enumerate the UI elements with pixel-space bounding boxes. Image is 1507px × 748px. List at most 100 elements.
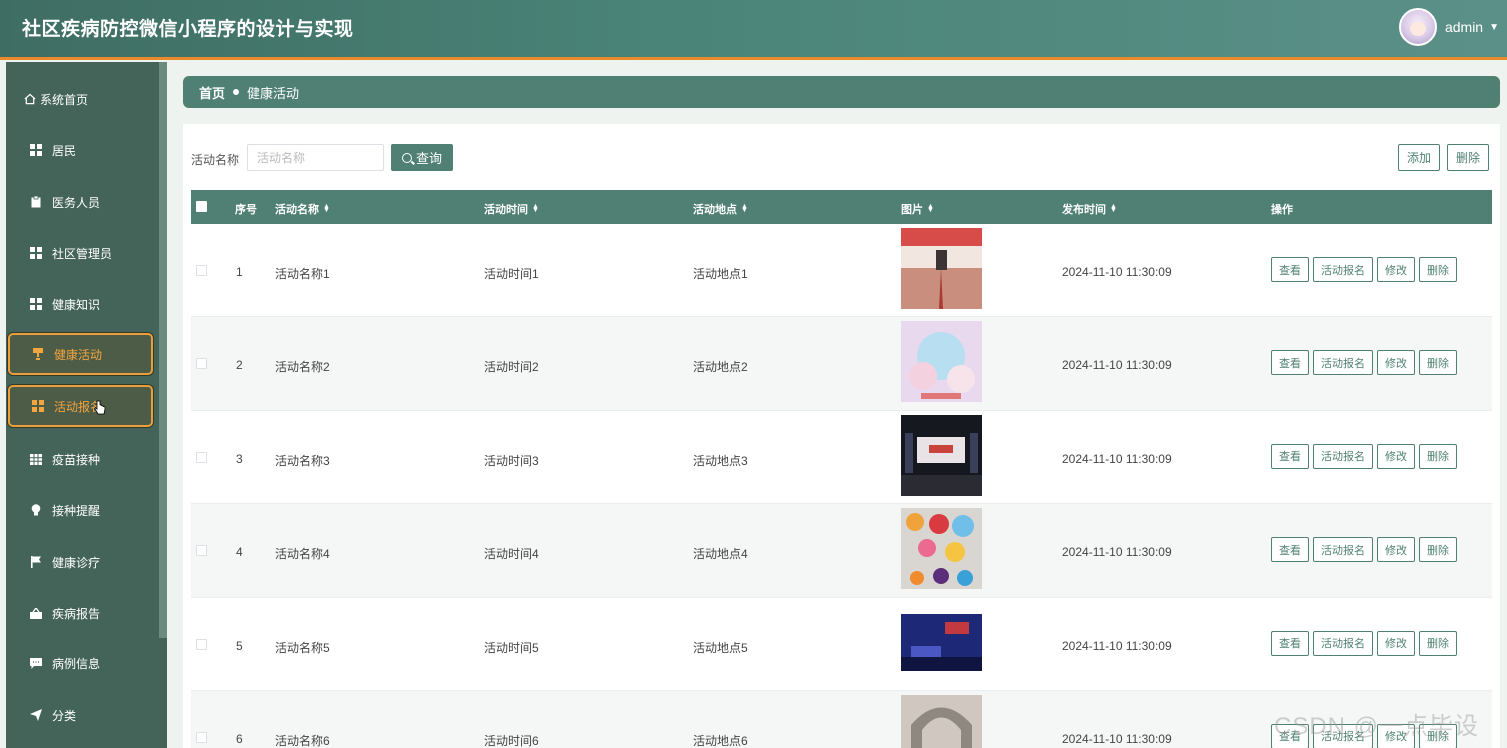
column-header-name[interactable]: 活动名称 ▲ ▼ (275, 201, 330, 217)
row-name: 活动名称2 (275, 360, 330, 375)
row-published-time: 2024-11-10 11:30:09 (1062, 265, 1172, 279)
view-button[interactable]: 查看 (1271, 630, 1309, 656)
breadcrumb-home[interactable]: 首页 (199, 83, 225, 102)
delete-button[interactable]: 删除 (1419, 537, 1457, 563)
row-published-time: 2024-11-10 11:30:09 (1062, 358, 1172, 373)
query-button-label: 查询 (415, 151, 442, 166)
delete-button[interactable]: 删除 (1419, 443, 1457, 469)
table-row: 3 活动名称3 活动时间3 活动地点3 2024-11-10 11:30:09 … (191, 411, 1492, 505)
avatar[interactable] (1398, 8, 1437, 46)
sidebar-item-category[interactable]: 分类 (8, 694, 153, 736)
edit-button[interactable]: 修改 (1377, 443, 1415, 469)
column-header-place[interactable]: 活动地点 ▲ ▼ (693, 201, 748, 217)
trophy-icon (32, 348, 44, 360)
edit-button[interactable]: 修改 (1377, 630, 1415, 656)
row-checkbox[interactable] (196, 265, 207, 276)
sidebar-item-home[interactable]: 系统首页 (8, 78, 153, 120)
column-header-time[interactable]: 活动时间 ▲ ▼ (484, 201, 539, 217)
activity-image[interactable] (901, 414, 982, 496)
sidebar-item-medical-staff[interactable]: 医务人员 (8, 181, 153, 223)
row-time: 活动时间5 (484, 640, 539, 655)
column-header-published[interactable]: 发布时间 ▲ ▼ (1062, 201, 1117, 217)
sidebar-item-residents[interactable]: 居民 (8, 129, 153, 171)
sidebar-item-health-activities[interactable]: 健康活动 (8, 333, 153, 375)
sidebar-item-label: 健康知识 (52, 297, 101, 312)
sidebar-item-vaccination[interactable]: 疫苗接种 (8, 438, 153, 480)
column-header-index: 序号 (235, 204, 257, 216)
row-time: 活动时间1 (484, 267, 539, 281)
row-time: 活动时间3 (484, 453, 539, 468)
row-checkbox[interactable] (196, 731, 207, 743)
sidebar-item-community-admin[interactable]: 社区管理员 (8, 232, 153, 274)
sidebar-item-disease-report[interactable]: 疾病报告 (8, 592, 153, 634)
view-button[interactable]: 查看 (1271, 537, 1309, 563)
row-checkbox[interactable] (196, 545, 207, 557)
sidebar-item-vaccine-reminder[interactable]: 接种提醒 (8, 489, 153, 531)
top-header: 社区疾病防控微信小程序的设计与实现 admin ▼ (0, 0, 1507, 60)
sidebar-item-health-diagnosis[interactable]: 健康诊疗 (8, 541, 153, 583)
flag-icon (30, 556, 42, 568)
chat-icon (30, 657, 42, 669)
sidebar-item-case-info[interactable]: 病例信息 (8, 642, 153, 684)
breadcrumb-current: 健康活动 (247, 85, 300, 101)
activity-image[interactable] (901, 321, 982, 403)
chevron-down-icon[interactable]: ▼ (1489, 22, 1499, 33)
row-checkbox[interactable] (196, 358, 207, 370)
edit-button[interactable]: 修改 (1377, 257, 1415, 282)
sidebar-item-label: 医务人员 (52, 195, 101, 210)
sidebar-item-label: 健康活动 (54, 347, 103, 362)
row-actions: 查看 活动报名 修改 删除 (1271, 537, 1457, 563)
signup-button[interactable]: 活动报名 (1313, 350, 1373, 376)
activity-image[interactable] (901, 602, 982, 683)
breadcrumb: 首页 健康活动 (183, 76, 1500, 108)
view-button[interactable]: 查看 (1271, 443, 1309, 469)
sort-icon[interactable]: ▲ ▼ (532, 203, 539, 214)
delete-button[interactable]: 删除 (1419, 350, 1457, 376)
row-place: 活动地点2 (693, 360, 748, 375)
delete-button[interactable]: 删除 (1419, 630, 1457, 656)
username[interactable]: admin (1445, 19, 1483, 35)
edit-button[interactable]: 修改 (1377, 350, 1415, 376)
search-input[interactable] (247, 144, 384, 171)
sidebar-item-label: 疾病报告 (52, 606, 101, 621)
activity-image[interactable] (901, 694, 982, 748)
row-place: 活动地点6 (693, 733, 748, 748)
edit-button[interactable]: 修改 (1377, 537, 1415, 563)
table-row: 2 活动名称2 活动时间2 活动地点2 2024-11-10 11:30:09 … (191, 317, 1492, 411)
signup-button[interactable]: 活动报名 (1313, 537, 1373, 563)
bulb-icon (30, 504, 42, 516)
select-all-checkbox[interactable] (196, 201, 207, 212)
row-checkbox[interactable] (196, 638, 207, 650)
sidebar-item-health-knowledge[interactable]: 健康知识 (8, 283, 153, 325)
signup-button[interactable]: 活动报名 (1313, 443, 1373, 469)
table-row: 4 活动名称4 活动时间4 活动地点4 2024-11-10 11:30:09 … (191, 504, 1492, 598)
sort-icon[interactable]: ▲ ▼ (1110, 203, 1117, 214)
view-button[interactable]: 查看 (1271, 257, 1309, 282)
signup-button[interactable]: 活动报名 (1313, 630, 1373, 656)
view-button[interactable]: 查看 (1271, 350, 1309, 376)
batch-delete-button[interactable]: 删除 (1447, 144, 1490, 171)
user-menu[interactable]: admin ▼ (1398, 8, 1499, 46)
delete-button[interactable]: 删除 (1419, 257, 1457, 282)
row-index: 6 (236, 731, 243, 746)
query-button[interactable]: 查询 (391, 144, 453, 171)
table-icon (30, 453, 42, 465)
table-row: 1 活动名称1 活动时间1 活动地点1 2024-11-10 11:30:09 … (191, 224, 1492, 318)
row-index: 2 (236, 358, 243, 373)
row-place: 活动地点4 (693, 547, 748, 562)
table-header: 序号 活动名称 ▲ ▼ 活动时间 ▲ ▼ 活动地点 ▲ ▼ 图片 ▲ ▼ 发布时间 ▲ ▼ 操作 (191, 190, 1492, 224)
sidebar-scrollbar[interactable] (159, 62, 167, 638)
sidebar-item-activity-signup[interactable]: 活动报名 (8, 385, 153, 427)
home-icon (24, 93, 36, 105)
activity-image[interactable] (901, 508, 982, 590)
sort-icon[interactable]: ▲ ▼ (927, 203, 934, 214)
column-header-image[interactable]: 图片 ▲ ▼ (901, 201, 934, 217)
row-published-time: 2024-11-10 11:30:09 (1062, 545, 1172, 560)
row-checkbox[interactable] (196, 451, 207, 463)
activity-image[interactable] (901, 228, 982, 309)
sort-icon[interactable]: ▲ ▼ (323, 203, 330, 214)
add-button[interactable]: 添加 (1398, 144, 1441, 171)
sort-icon[interactable]: ▲ ▼ (741, 203, 748, 214)
clipboard-icon (30, 196, 42, 208)
signup-button[interactable]: 活动报名 (1313, 257, 1373, 282)
